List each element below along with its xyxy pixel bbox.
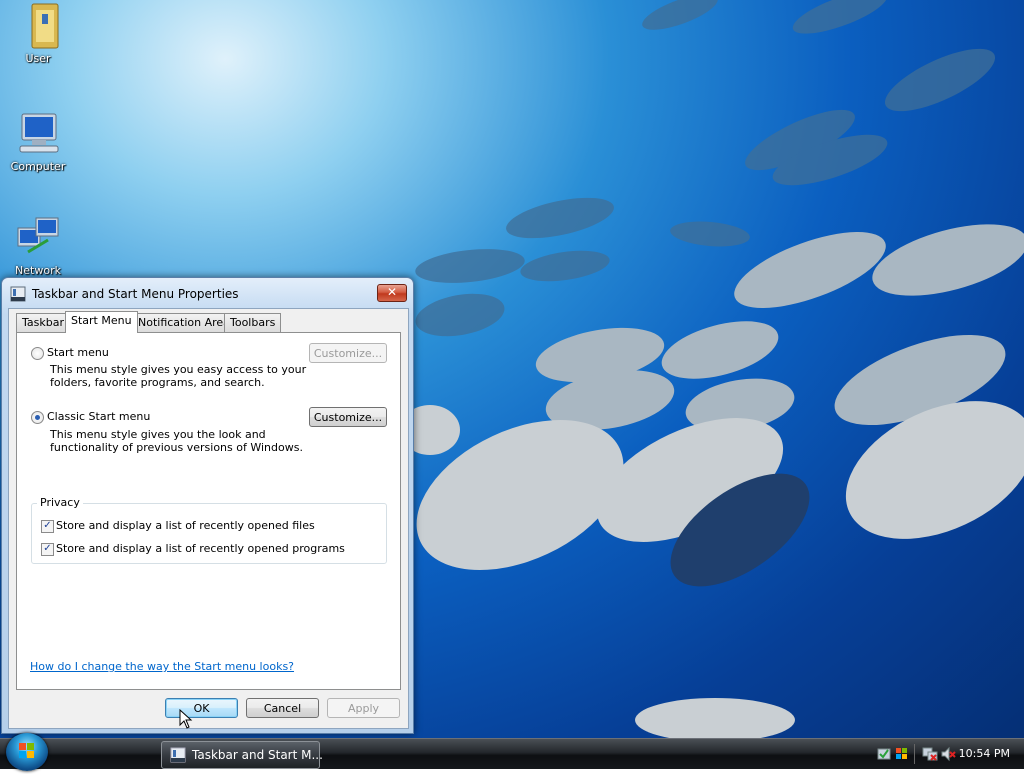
help-link[interactable]: How do I change the way the Start menu l… bbox=[30, 660, 294, 673]
start-menu-label[interactable]: Start menu bbox=[47, 346, 109, 359]
tab-label: Notification Area bbox=[138, 316, 230, 329]
ok-button[interactable]: OK bbox=[165, 698, 238, 718]
windows-logo-icon bbox=[19, 743, 34, 758]
volume-muted-icon[interactable] bbox=[940, 746, 956, 762]
network-disconnected-icon[interactable] bbox=[922, 746, 938, 762]
clock[interactable]: 10:54 PM bbox=[959, 747, 1010, 760]
tab-toolbars[interactable]: Toolbars bbox=[224, 313, 282, 332]
computer-icon bbox=[19, 113, 59, 153]
taskbar: Taskbar and Start M... 10:54 PM bbox=[0, 733, 1024, 771]
recent-files-checkbox[interactable]: ✓ bbox=[41, 520, 54, 533]
cancel-button[interactable]: Cancel bbox=[246, 698, 319, 718]
tab-label: Taskbar bbox=[22, 316, 64, 329]
start-menu-description: folders, favorite programs, and search. bbox=[50, 376, 265, 389]
privacy-legend: Privacy bbox=[37, 496, 83, 509]
recent-programs-checkbox[interactable]: ✓ bbox=[41, 543, 54, 556]
taskbar-properties-icon bbox=[10, 286, 26, 302]
checkmark-icon: ✓ bbox=[43, 543, 52, 554]
taskbar-start-menu-properties-dialog: Taskbar and Start Menu Properties ✕ Task… bbox=[1, 277, 414, 734]
classic-customize-button[interactable]: Customize... bbox=[309, 407, 387, 427]
start-menu-customize-button[interactable]: Customize... bbox=[309, 343, 387, 363]
taskbar-window-label: Taskbar and Start M... bbox=[192, 748, 323, 762]
tab-taskbar[interactable]: Taskbar bbox=[16, 313, 70, 332]
classic-start-menu-label[interactable]: Classic Start menu bbox=[47, 410, 150, 423]
dialog-titlebar[interactable]: Taskbar and Start Menu Properties ✕ bbox=[2, 278, 413, 308]
dialog-title: Taskbar and Start Menu Properties bbox=[32, 287, 239, 301]
mouse-cursor-icon bbox=[179, 709, 193, 729]
tab-label: Toolbars bbox=[230, 316, 276, 329]
classic-start-menu-description: functionality of previous versions of Wi… bbox=[50, 441, 303, 454]
desktop-icon-computer[interactable]: Computer bbox=[0, 110, 76, 173]
user-folder-icon bbox=[31, 3, 59, 49]
start-menu-description: This menu style gives you easy access to… bbox=[50, 363, 307, 376]
recent-programs-label[interactable]: Store and display a list of recently ope… bbox=[56, 542, 345, 555]
recent-files-label[interactable]: Store and display a list of recently ope… bbox=[56, 519, 315, 532]
tab-start-menu[interactable]: Start Menu bbox=[65, 311, 138, 333]
classic-start-menu-description: This menu style gives you the look and bbox=[50, 428, 266, 441]
tab-label: Start Menu bbox=[71, 314, 132, 327]
desktop-icon-label: User bbox=[25, 52, 51, 65]
tab-notification-area[interactable]: Notification Area bbox=[132, 313, 236, 332]
start-button[interactable] bbox=[6, 733, 48, 771]
windows-flag-tray-icon[interactable] bbox=[894, 746, 910, 762]
checkmark-icon: ✓ bbox=[43, 520, 52, 531]
classic-start-menu-radio[interactable] bbox=[31, 411, 44, 424]
apply-button[interactable]: Apply bbox=[327, 698, 400, 718]
start-menu-radio[interactable] bbox=[31, 347, 44, 360]
taskbar-properties-icon bbox=[170, 747, 186, 763]
tray-divider bbox=[914, 744, 915, 764]
taskbar-window-button[interactable]: Taskbar and Start M... bbox=[161, 741, 323, 769]
network-icon bbox=[17, 217, 59, 254]
notification-area: 10:54 PM bbox=[870, 739, 1024, 769]
desktop-icon-network[interactable]: Network bbox=[0, 214, 76, 277]
desktop-icon-label: Computer bbox=[10, 160, 66, 173]
close-button[interactable]: ✕ bbox=[377, 284, 407, 302]
dialog-client-area: Taskbar Start Menu Notification Area Too… bbox=[8, 308, 409, 729]
close-icon: ✕ bbox=[386, 285, 398, 299]
security-center-icon[interactable] bbox=[876, 746, 892, 762]
desktop-icon-user[interactable]: User bbox=[0, 2, 76, 65]
start-menu-tab-panel: Start menu This menu style gives you eas… bbox=[16, 332, 401, 690]
desktop-icon-label: Network bbox=[15, 264, 61, 277]
